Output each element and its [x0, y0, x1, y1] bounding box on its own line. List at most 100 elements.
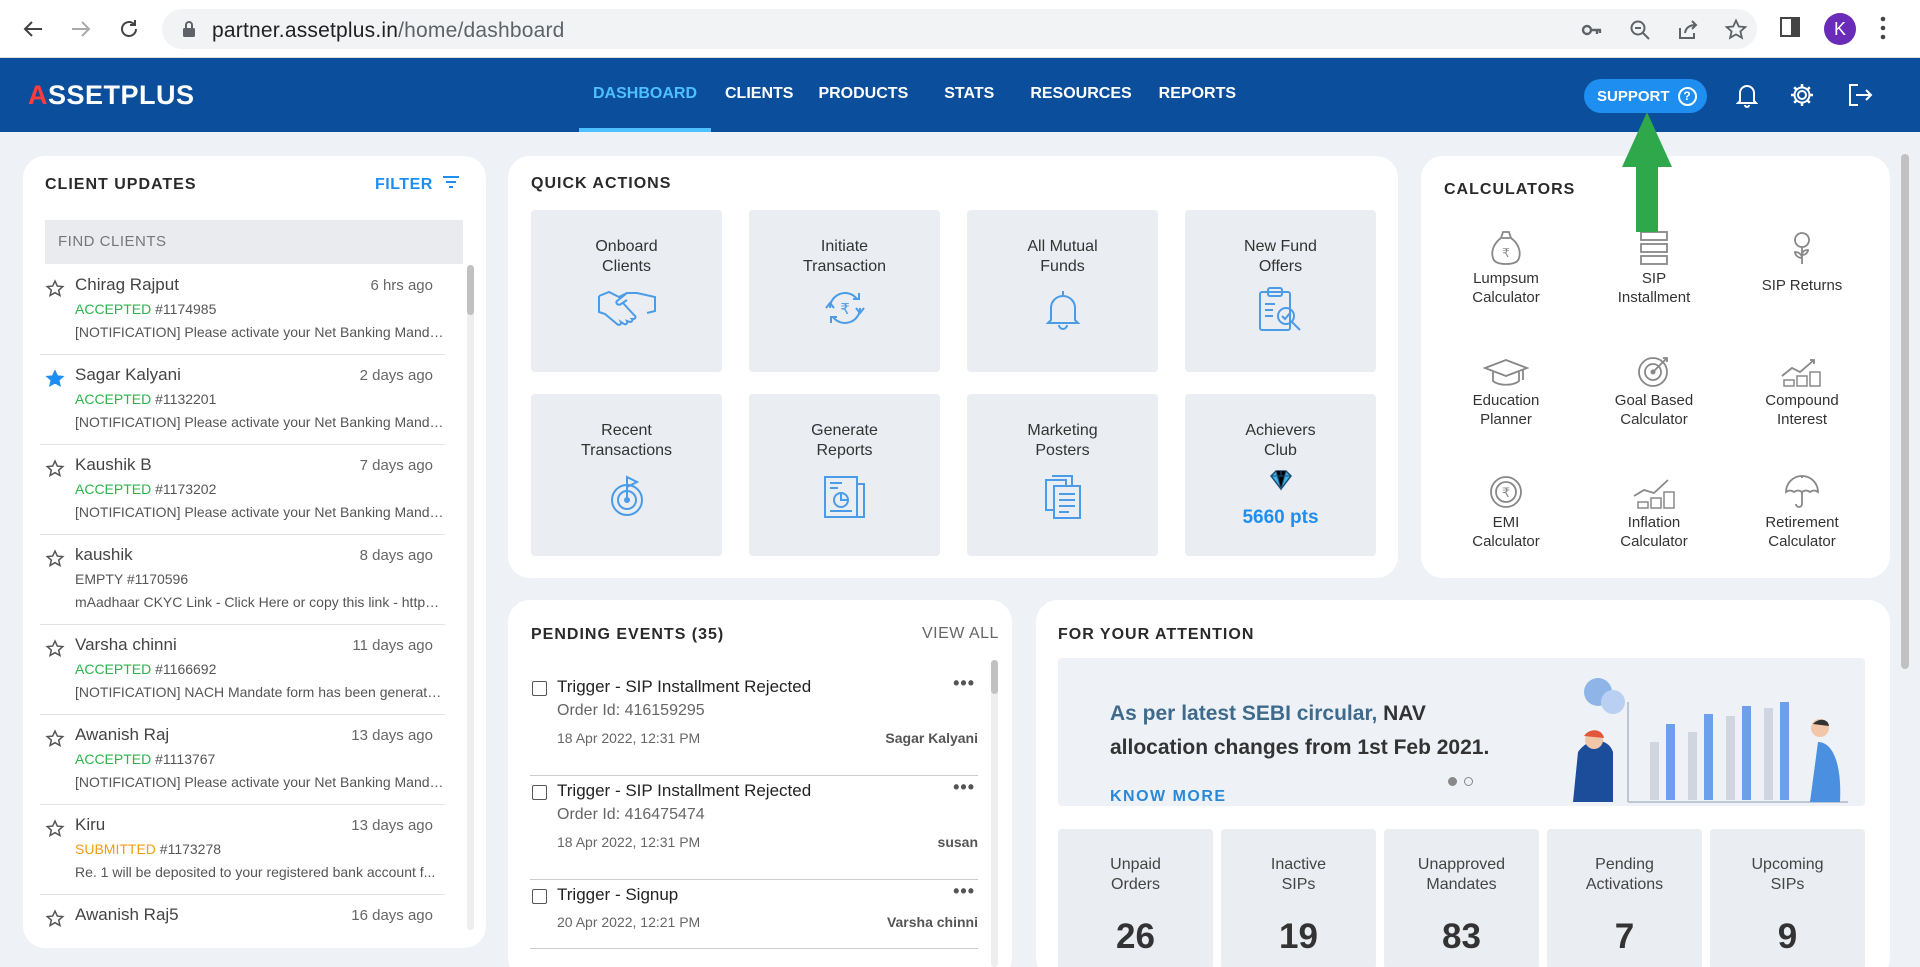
calc-sip-returns[interactable]: SIP Returns: [1728, 226, 1876, 295]
forward-icon[interactable]: [66, 14, 96, 44]
zoom-icon[interactable]: [1628, 18, 1652, 47]
client-name: Kaushik B: [75, 455, 152, 474]
update-time: 7 days ago: [359, 457, 433, 474]
star-outline-icon[interactable]: [45, 819, 65, 844]
more-options-icon[interactable]: •••: [953, 881, 975, 902]
calc-retirement[interactable]: Retirement Calculator: [1728, 470, 1876, 551]
reload-icon[interactable]: [114, 14, 144, 44]
client-update-item[interactable]: Varsha chinni 11 days ago ACCEPTED #116669…: [40, 625, 445, 715]
star-outline-icon[interactable]: [45, 459, 65, 484]
stat-upcoming-sips[interactable]: Upcoming SIPs 9: [1710, 829, 1865, 967]
calc-compound-interest[interactable]: Compound Interest: [1728, 348, 1876, 429]
calc-emi[interactable]: ₹ EMI Calculator: [1432, 470, 1580, 551]
client-update-item[interactable]: Sagar Kalyani 2 days ago ACCEPTED #1132201…: [40, 355, 445, 445]
find-clients-input[interactable]: FIND CLIENTS: [45, 220, 463, 264]
client-update-item[interactable]: Kaushik B 7 days ago ACCEPTED #1173202 [NOT…: [40, 445, 445, 535]
event-title: Trigger - Signup: [557, 885, 679, 904]
calc-lumpsum[interactable]: ₹ Lumpsum Calculator: [1432, 226, 1580, 307]
know-more-link[interactable]: KNOW MORE: [1110, 788, 1227, 806]
client-update-item[interactable]: Chirag Rajput 6 hrs ago ACCEPTED #1174985 […: [40, 265, 445, 355]
page-scroll-thumb[interactable]: [1901, 154, 1909, 669]
settings-gear-icon[interactable]: [1789, 82, 1815, 113]
update-time: 11 days ago: [352, 637, 433, 654]
pending-events-scrollbar[interactable]: [991, 660, 998, 967]
client-list: Chirag Rajput 6 hrs ago ACCEPTED #1174985 […: [40, 265, 445, 930]
client-name: Kiru: [75, 815, 106, 834]
client-list-scroll-thumb[interactable]: [467, 265, 474, 315]
event-checkbox[interactable]: [532, 785, 547, 800]
key-icon[interactable]: [1580, 18, 1604, 47]
filter-button[interactable]: FILTER: [375, 175, 460, 194]
rupee-cycle-icon: ₹: [822, 288, 868, 333]
nav-clients[interactable]: CLIENTS: [725, 58, 793, 132]
diamond-icon: [1269, 469, 1293, 496]
calc-sip-installment[interactable]: SIP Installment: [1580, 226, 1728, 307]
calc-label: Compound Interest: [1765, 392, 1839, 428]
star-filled-icon[interactable]: [45, 369, 65, 394]
graduation-cap-icon: [1432, 348, 1580, 388]
calc-label: EMI Calculator: [1472, 514, 1540, 550]
nav-dashboard[interactable]: DASHBOARD: [579, 58, 711, 132]
carousel-dot[interactable]: [1464, 777, 1473, 786]
star-outline-icon[interactable]: [45, 729, 65, 754]
banner-line-1: As per latest SEBI circular, NAV: [1110, 702, 1426, 725]
event-title: Trigger - SIP Installment Rejected: [557, 781, 812, 800]
side-panel-icon[interactable]: [1778, 15, 1802, 44]
client-update-item[interactable]: kaushik 8 days ago EMPTY #1170596 mAadhaar …: [40, 535, 445, 625]
star-outline-icon[interactable]: [45, 639, 65, 664]
logout-icon[interactable]: [1847, 82, 1873, 113]
pending-events-title: PENDING EVENTS (35): [531, 626, 725, 643]
share-icon[interactable]: [1676, 18, 1700, 47]
quick-action-recent-transactions[interactable]: Recent Transactions: [531, 394, 722, 556]
stat-inactive-sips[interactable]: Inactive SIPs 19: [1221, 829, 1376, 967]
client-update-item[interactable]: Awanish Raj 13 days ago ACCEPTED #1113767 […: [40, 715, 445, 805]
pending-events-scroll-thumb[interactable]: [991, 660, 998, 694]
quick-action-label: Marketing Posters: [1027, 422, 1098, 459]
nav-resources[interactable]: RESOURCES: [1030, 58, 1131, 132]
nav-stats[interactable]: STATS: [944, 58, 994, 132]
calculators-title: CALCULATORS: [1444, 181, 1576, 198]
more-options-icon[interactable]: •••: [953, 673, 975, 694]
growth-coins-icon: [1728, 348, 1876, 388]
stat-label: Upcoming SIPs: [1751, 856, 1824, 893]
calc-inflation[interactable]: Inflation Calculator: [1580, 470, 1728, 551]
stat-pending-activations[interactable]: Pending Activations 7: [1547, 829, 1702, 967]
nav-products[interactable]: PRODUCTS: [818, 58, 908, 132]
quick-action-achievers-club[interactable]: Achievers Club 5660 pts: [1185, 394, 1376, 556]
star-outline-icon[interactable]: [45, 279, 65, 304]
support-button[interactable]: SUPPORT ?: [1584, 79, 1707, 113]
update-note: [NOTIFICATION] Please activate your Net …: [75, 504, 445, 520]
star-outline-icon[interactable]: [45, 549, 65, 574]
update-note: [NOTIFICATION] NACH Mandate form has bee…: [75, 684, 445, 700]
achievers-points: 5660 pts: [1242, 507, 1319, 528]
update-note: [NOTIFICATION] Please activate your Net …: [75, 774, 445, 790]
quick-action-all-mutual-funds[interactable]: All Mutual Funds: [967, 210, 1158, 372]
more-options-icon[interactable]: •••: [953, 777, 975, 798]
nav-reports[interactable]: REPORTS: [1159, 58, 1236, 132]
quick-action-onboard-clients[interactable]: Onboard Clients: [531, 210, 722, 372]
carousel-dot-active[interactable]: [1448, 777, 1457, 786]
back-icon[interactable]: [18, 14, 48, 44]
address-bar[interactable]: partner.assetplus.in/home/dashboard: [162, 9, 1757, 49]
notification-bell-icon[interactable]: [1735, 82, 1759, 113]
quick-action-marketing-posters[interactable]: Marketing Posters: [967, 394, 1158, 556]
event-checkbox[interactable]: [532, 889, 547, 904]
bookmark-star-icon[interactable]: [1724, 18, 1748, 47]
event-checkbox[interactable]: [532, 681, 547, 696]
menu-dots-icon[interactable]: [1878, 15, 1888, 46]
profile-avatar[interactable]: K: [1824, 13, 1856, 45]
calc-education-planner[interactable]: Education Planner: [1432, 348, 1580, 429]
quick-action-new-fund-offers[interactable]: New Fund Offers: [1185, 210, 1376, 372]
calc-goal-based[interactable]: Goal Based Calculator: [1580, 348, 1728, 429]
stat-unapproved-mandates[interactable]: Unapproved Mandates 83: [1384, 829, 1539, 967]
client-name: Awanish Raj: [75, 725, 170, 744]
quick-action-initiate-transaction[interactable]: Initiate Transaction ₹: [749, 210, 940, 372]
client-list-scrollbar[interactable]: [467, 265, 474, 930]
client-update-item[interactable]: Awanish Raj5 16 days ago: [40, 895, 445, 930]
client-update-item[interactable]: Kiru 13 days ago SUBMITTED #1173278 Re. 1 w…: [40, 805, 445, 895]
view-all-link[interactable]: VIEW ALL: [922, 625, 999, 643]
star-outline-icon[interactable]: [45, 909, 65, 930]
quick-action-generate-reports[interactable]: Generate Reports: [749, 394, 940, 556]
assetplus-logo[interactable]: ASSETPLUS: [28, 80, 195, 111]
stat-unpaid-orders[interactable]: Unpaid Orders 26: [1058, 829, 1213, 967]
